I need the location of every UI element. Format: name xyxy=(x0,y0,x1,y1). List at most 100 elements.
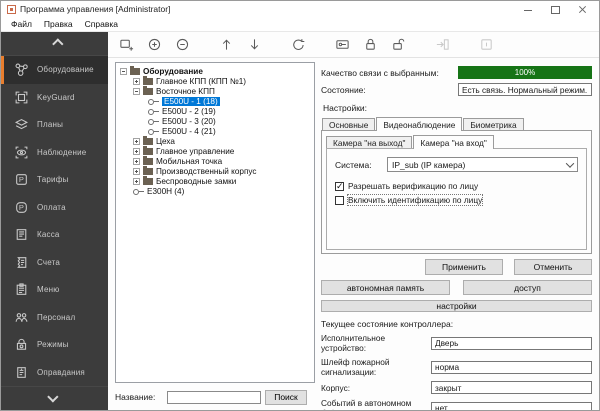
camera-tabs: Камера "на выход" Камера "на вход" xyxy=(326,135,587,148)
settings-button[interactable]: настройки xyxy=(321,300,592,312)
sidebar-expand-button[interactable] xyxy=(1,386,108,410)
autonomous-memory-button[interactable]: автономная память xyxy=(321,280,450,295)
sidebar-item-equipment[interactable]: Оборудование xyxy=(1,56,108,84)
sidebar-item-accounts[interactable]: Счета xyxy=(1,249,108,277)
payment-icon: P xyxy=(14,200,29,215)
title-bar: Программа управления [Administrator] xyxy=(1,1,599,17)
folder-icon xyxy=(143,148,153,155)
expand-expander-icon[interactable] xyxy=(133,168,140,175)
tree-item-e300h[interactable]: E300H (4) xyxy=(118,186,312,196)
controller-key-icon xyxy=(133,188,144,195)
expand-expander-icon[interactable] xyxy=(133,138,140,145)
add-group-icon[interactable] xyxy=(118,36,135,53)
identification-checkbox-row[interactable]: Включить идентификацию по лицу xyxy=(335,195,578,205)
tree-item-e500u-2[interactable]: E500U - 2 (19) xyxy=(118,106,312,116)
collapse-expander-icon[interactable] xyxy=(133,88,140,95)
controller-state-header: Текущее состояние контроллера: xyxy=(321,319,592,329)
sidebar-item-label: Наблюдение xyxy=(37,148,86,157)
tariffs-icon: P xyxy=(14,172,29,187)
tree-item-e500u-3[interactable]: E500U - 3 (20) xyxy=(118,116,312,126)
tree-item-east-kpp[interactable]: Восточное КПП xyxy=(118,86,312,96)
search-button[interactable]: Поиск xyxy=(265,390,307,405)
access-button[interactable]: доступ xyxy=(463,280,592,295)
menu-item-edit[interactable]: Правка xyxy=(39,18,78,30)
arrow-up-icon[interactable] xyxy=(218,36,235,53)
chevron-up-icon xyxy=(52,38,63,49)
verification-checkbox-row[interactable]: Разрешать верификацию по лицу xyxy=(335,181,578,191)
sidebar-item-label: Счета xyxy=(37,258,60,267)
status-value-buffer: нет xyxy=(431,402,592,411)
minimize-icon[interactable] xyxy=(524,5,533,14)
expand-expander-icon[interactable] xyxy=(133,158,140,165)
sidebar-item-personnel[interactable]: Персонал xyxy=(1,304,108,332)
identification-checkbox[interactable] xyxy=(335,196,344,205)
add-icon[interactable] xyxy=(146,36,163,53)
memory-access-row: автономная память доступ xyxy=(321,280,592,295)
tree-item-equipment[interactable]: Оборудование xyxy=(118,66,312,76)
window-title: Программа управления [Administrator] xyxy=(20,4,524,14)
system-label: Система: xyxy=(335,160,387,170)
tab-biometrics[interactable]: Биометрика xyxy=(463,118,523,130)
tree-item-mobile-point[interactable]: Мобильная точка xyxy=(118,156,312,166)
tree-item-e500u-1[interactable]: E500U - 1 (18) xyxy=(118,96,312,106)
lock-icon[interactable] xyxy=(362,36,379,53)
expand-expander-icon[interactable] xyxy=(133,178,140,185)
unlock-icon[interactable] xyxy=(390,36,407,53)
close-icon[interactable] xyxy=(578,5,587,14)
tree-item-e500u-4[interactable]: E500U - 4 (21) xyxy=(118,126,312,136)
sidebar-item-plans[interactable]: Планы xyxy=(1,111,108,139)
sidebar-item-label: Касса xyxy=(37,230,60,239)
verification-checkbox[interactable] xyxy=(335,182,344,191)
tree-item-main-office[interactable]: Главное управление xyxy=(118,146,312,156)
tab-video[interactable]: Видеонаблюдение xyxy=(376,117,462,131)
verification-checkbox-label: Разрешать верификацию по лицу xyxy=(348,181,478,191)
settings-tabs: Основные Видеонаблюдение Биометрика xyxy=(321,117,592,130)
maximize-icon[interactable] xyxy=(551,5,560,14)
folder-icon xyxy=(143,158,153,165)
tree-item-production-building[interactable]: Производственный корпус xyxy=(118,166,312,176)
settings-label: Настройки: xyxy=(323,103,592,113)
tree-item-wireless-locks[interactable]: Беспроводные замки xyxy=(118,176,312,186)
refresh-icon[interactable] xyxy=(290,36,307,53)
sidebar-item-justifications[interactable]: Оправдания xyxy=(1,359,108,387)
sidebar-item-cash-desk[interactable]: Касса xyxy=(1,221,108,249)
sidebar-item-modes[interactable]: Режимы xyxy=(1,331,108,359)
quality-label: Качество связи с выбранным: xyxy=(321,68,458,78)
menu-item-file[interactable]: Файл xyxy=(6,18,37,30)
plans-icon xyxy=(14,117,29,132)
sidebar-collapse-button[interactable] xyxy=(1,32,108,56)
tab-camera-exit[interactable]: Камера "на выход" xyxy=(326,136,412,148)
chevron-down-icon xyxy=(47,391,58,402)
sidebar-item-surveillance[interactable]: Наблюдение xyxy=(1,139,108,167)
sidebar-item-menu[interactable]: Меню xyxy=(1,276,108,304)
sidebar-item-tariffs[interactable]: P Тарифы xyxy=(1,166,108,194)
menu-item-help[interactable]: Справка xyxy=(80,18,123,30)
collapse-expander-icon[interactable] xyxy=(120,68,127,75)
identification-checkbox-label: Включить идентификацию по лицу xyxy=(348,195,482,205)
card-key-icon[interactable] xyxy=(334,36,351,53)
tab-basic[interactable]: Основные xyxy=(322,118,375,130)
controller-key-icon xyxy=(148,118,159,125)
system-select[interactable]: IP_sub (IP камера) xyxy=(387,157,578,172)
search-input[interactable] xyxy=(167,391,261,404)
tab-camera-entry[interactable]: Камера "на вход" xyxy=(413,135,493,149)
sidebar-item-label: Оборудование xyxy=(37,65,94,74)
tree-item-main-kpp[interactable]: Главное КПП (КПП №1) xyxy=(118,76,312,86)
apply-cancel-row: Применить Отменить xyxy=(321,259,592,275)
status-row-case: Корпус: закрыт xyxy=(321,381,592,394)
expand-expander-icon[interactable] xyxy=(133,148,140,155)
quality-progress-bar: 100% xyxy=(458,66,592,79)
window-controls xyxy=(524,5,595,14)
door-pass-icon xyxy=(434,36,451,53)
sidebar-item-payment[interactable]: P Оплата xyxy=(1,194,108,222)
menu-icon xyxy=(14,282,29,297)
keyguard-icon xyxy=(14,90,29,105)
cancel-button[interactable]: Отменить xyxy=(514,259,592,275)
arrow-down-icon[interactable] xyxy=(246,36,263,53)
expand-expander-icon[interactable] xyxy=(133,78,140,85)
tree-item-workshops[interactable]: Цеха xyxy=(118,136,312,146)
controller-key-icon xyxy=(148,128,159,135)
remove-icon[interactable] xyxy=(174,36,191,53)
apply-button[interactable]: Применить xyxy=(425,259,503,275)
sidebar-item-keyguard[interactable]: KeyGuard xyxy=(1,84,108,112)
